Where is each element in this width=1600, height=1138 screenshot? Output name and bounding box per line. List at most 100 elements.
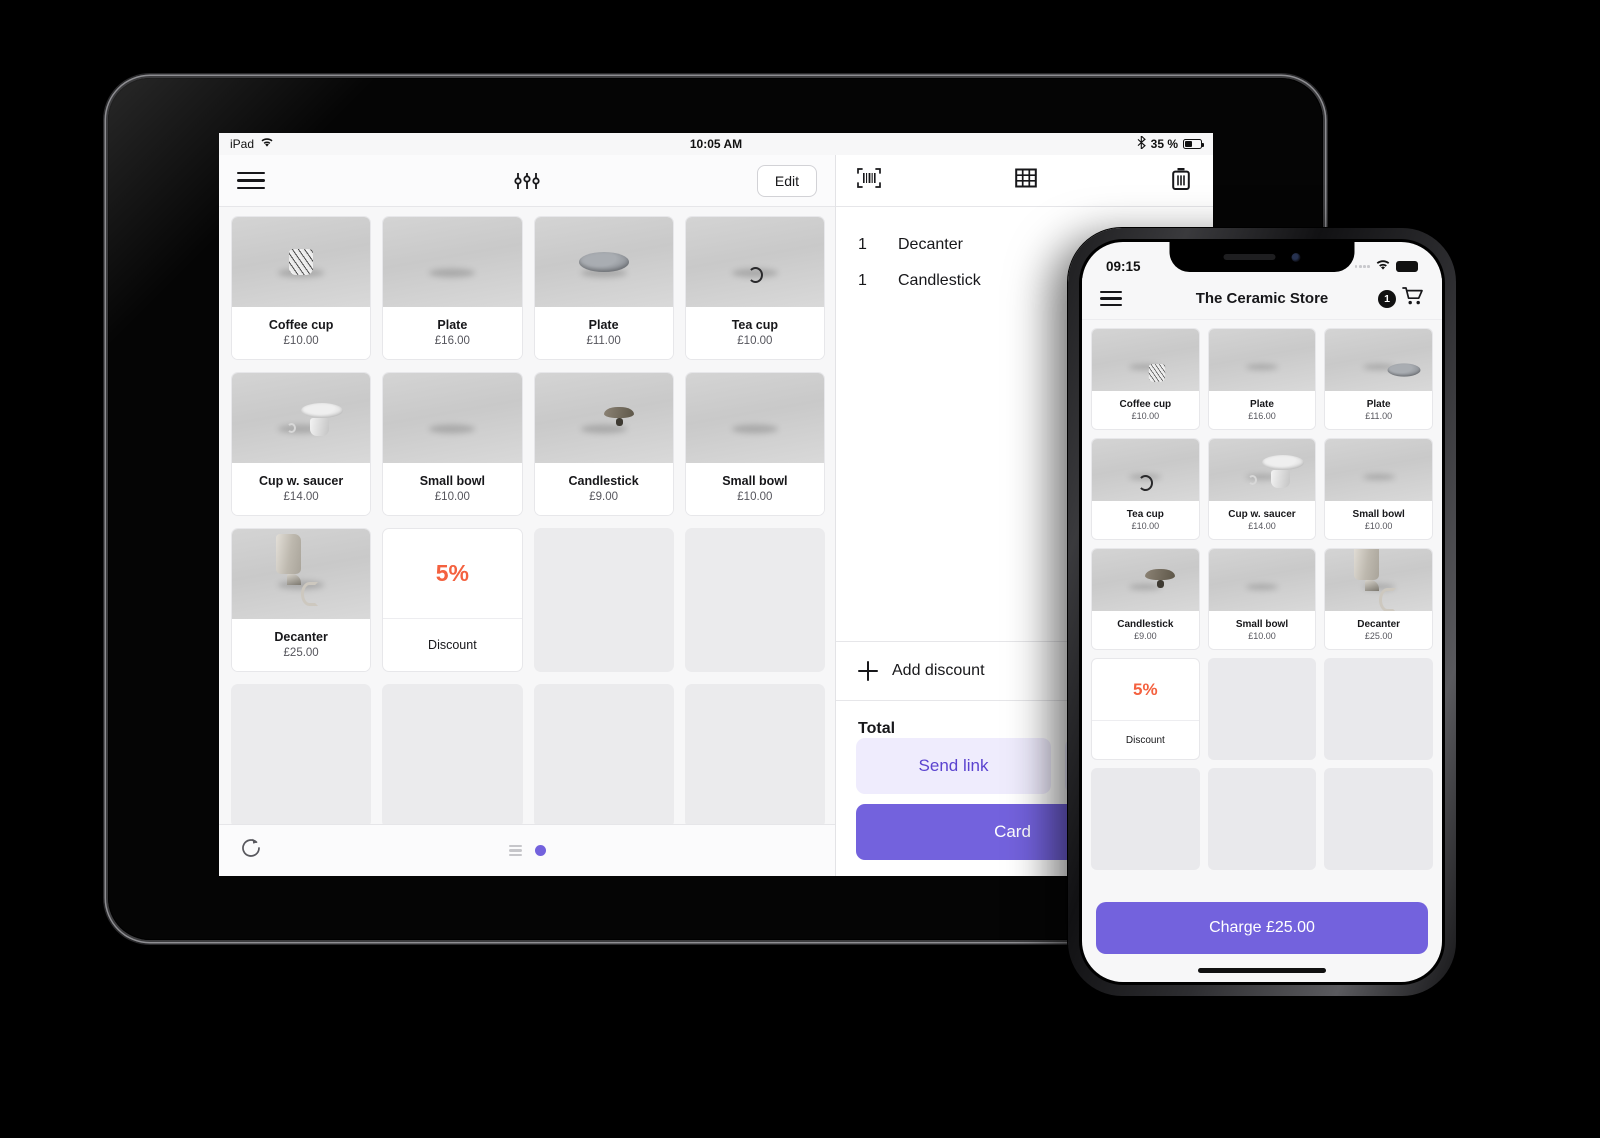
product-meta: Cup w. saucer £14.00	[1208, 501, 1316, 539]
cart-item-qty: 1	[858, 236, 867, 253]
product-tile[interactable]: Tea cup £10.00	[684, 216, 825, 360]
product-name: Coffee cup	[1119, 399, 1172, 410]
sliders-filter-icon[interactable]	[510, 170, 544, 192]
discount-label: Discount	[1125, 734, 1165, 746]
product-price: £14.00	[1248, 521, 1276, 531]
empty-tile[interactable]	[1324, 658, 1433, 760]
product-tile[interactable]: Coffee cup £10.00	[231, 216, 372, 360]
empty-tile[interactable]	[1207, 658, 1317, 760]
product-tile[interactable]: Plate £16.00	[1207, 328, 1317, 430]
empty-tile[interactable]	[684, 528, 825, 672]
product-tile[interactable]: Cup w. saucer £14.00	[231, 372, 372, 516]
pager-active-dot[interactable]	[534, 845, 546, 856]
product-name: Candlestick	[1117, 619, 1174, 630]
discount-tile[interactable]: 5% Discount	[382, 528, 523, 672]
product-tile[interactable]: Small bowl £10.00	[382, 372, 523, 516]
product-price: £25.00	[1364, 631, 1393, 641]
product-name: Candlestick	[568, 473, 639, 488]
phone-notch	[1169, 242, 1355, 272]
product-meta: Cup w. saucer £14.00	[232, 463, 371, 515]
product-price: £9.00	[589, 490, 619, 503]
product-price: £11.00	[586, 334, 621, 347]
product-tile[interactable]: Cup w. saucer £14.00	[1207, 438, 1317, 540]
product-tile[interactable]: Small bowl £10.00	[1207, 548, 1317, 650]
catalogue-grid: Coffee cup £10.00 Plate £16.00 Plate £11.00 Te…	[231, 216, 825, 824]
product-tile[interactable]: Plate £11.00	[1324, 328, 1433, 430]
phone-status-right	[1354, 259, 1418, 274]
empty-tile[interactable]	[533, 684, 674, 824]
product-image	[534, 217, 673, 307]
product-tile[interactable]: Decanter £25.00	[231, 528, 372, 672]
product-tile[interactable]: Small bowl £10.00	[684, 372, 825, 516]
product-meta: Small bowl £10.00	[1208, 611, 1316, 649]
product-name: Plate	[1366, 399, 1391, 410]
product-meta: Decanter £25.00	[232, 619, 371, 671]
phone-catalogue-grid: Coffee cup £10.00 Plate £16.00 Plate £11.00 Te…	[1091, 328, 1433, 870]
product-image	[383, 217, 522, 307]
product-tile[interactable]: Small bowl £10.00	[1324, 438, 1433, 540]
product-meta: Candlestick £9.00	[534, 463, 673, 515]
discount-tile[interactable]: 5% Discount	[1091, 658, 1200, 760]
page-indicator[interactable]	[219, 844, 835, 857]
product-name: Plate	[588, 317, 619, 332]
battery-percent-label: 35 %	[1150, 137, 1178, 151]
product-name: Tea cup	[1126, 509, 1164, 520]
product-meta: Plate £11.00	[1325, 391, 1432, 429]
product-image	[232, 217, 371, 307]
catalogue-grid-scroll[interactable]: Coffee cup £10.00 Plate £16.00 Plate £11.00 Te…	[219, 207, 835, 824]
trash-delete-icon[interactable]	[1169, 166, 1193, 196]
empty-tile[interactable]	[231, 684, 372, 824]
product-tile[interactable]: Candlestick £9.00	[1091, 548, 1200, 650]
screenshot-stage: iPad 10:05 AM 35 % Edit Coffee cup £10.0…	[0, 0, 1600, 1138]
discount-label: Discount	[428, 638, 477, 652]
empty-tile[interactable]	[1324, 768, 1433, 870]
product-image	[534, 373, 673, 463]
product-meta: Plate £16.00	[1208, 391, 1316, 429]
product-tile[interactable]: Decanter £25.00	[1324, 548, 1433, 650]
product-tile[interactable]: Tea cup £10.00	[1091, 438, 1200, 540]
product-tile[interactable]: Plate £16.00	[382, 216, 523, 360]
empty-tile[interactable]	[533, 528, 674, 672]
product-name: Coffee cup	[268, 317, 334, 332]
product-image	[1208, 329, 1316, 391]
pager-list-icon[interactable]	[508, 844, 522, 857]
product-tile[interactable]: Candlestick £9.00	[533, 372, 674, 516]
plus-icon	[858, 661, 878, 681]
ipad-screen: iPad 10:05 AM 35 % Edit Coffee cup £10.0…	[219, 133, 1213, 876]
product-image	[383, 373, 522, 463]
cart-item-name: Candlestick	[898, 272, 981, 289]
phone-catalogue-scroll[interactable]: Coffee cup £10.00 Plate £16.00 Plate £11.00 Te…	[1082, 320, 1442, 892]
hamburger-menu-icon[interactable]	[237, 171, 265, 190]
empty-tile[interactable]	[1207, 768, 1317, 870]
product-meta: Decanter £25.00	[1325, 611, 1432, 649]
product-meta: Plate £16.00	[383, 307, 522, 359]
barcode-scan-icon[interactable]	[856, 167, 882, 194]
send-link-button[interactable]: Send link	[856, 738, 1051, 794]
product-meta: Small bowl £10.00	[1325, 501, 1432, 539]
product-meta: Candlestick £9.00	[1092, 611, 1199, 649]
phone-header: The Ceramic Store 1	[1082, 278, 1442, 320]
empty-tile[interactable]	[1091, 768, 1200, 870]
product-image	[232, 529, 371, 619]
discount-percent: 5%	[1133, 679, 1158, 699]
product-image	[1325, 549, 1432, 611]
product-name: Plate	[1250, 399, 1274, 410]
product-price: £10.00	[283, 334, 319, 347]
edit-button[interactable]: Edit	[756, 164, 817, 197]
product-tile[interactable]: Plate £11.00	[533, 216, 674, 360]
cart-button[interactable]: 1	[1378, 286, 1424, 311]
grid-keypad-icon[interactable]	[1014, 166, 1038, 195]
product-name: Small bowl	[419, 473, 486, 488]
empty-tile[interactable]	[684, 684, 825, 824]
charge-button[interactable]: Charge £25.00	[1096, 902, 1428, 954]
product-price: £14.00	[283, 490, 319, 503]
phone-footer: Charge £25.00	[1082, 892, 1442, 982]
bluetooth-icon	[1137, 134, 1146, 152]
product-meta: Tea cup £10.00	[1092, 501, 1199, 539]
product-tile[interactable]: Coffee cup £10.00	[1091, 328, 1200, 430]
empty-tile[interactable]	[382, 684, 523, 824]
signal-dots-icon	[1354, 265, 1370, 268]
product-price: £10.00	[1364, 521, 1393, 531]
product-price: £25.00	[283, 646, 319, 659]
product-shadow	[731, 424, 778, 434]
